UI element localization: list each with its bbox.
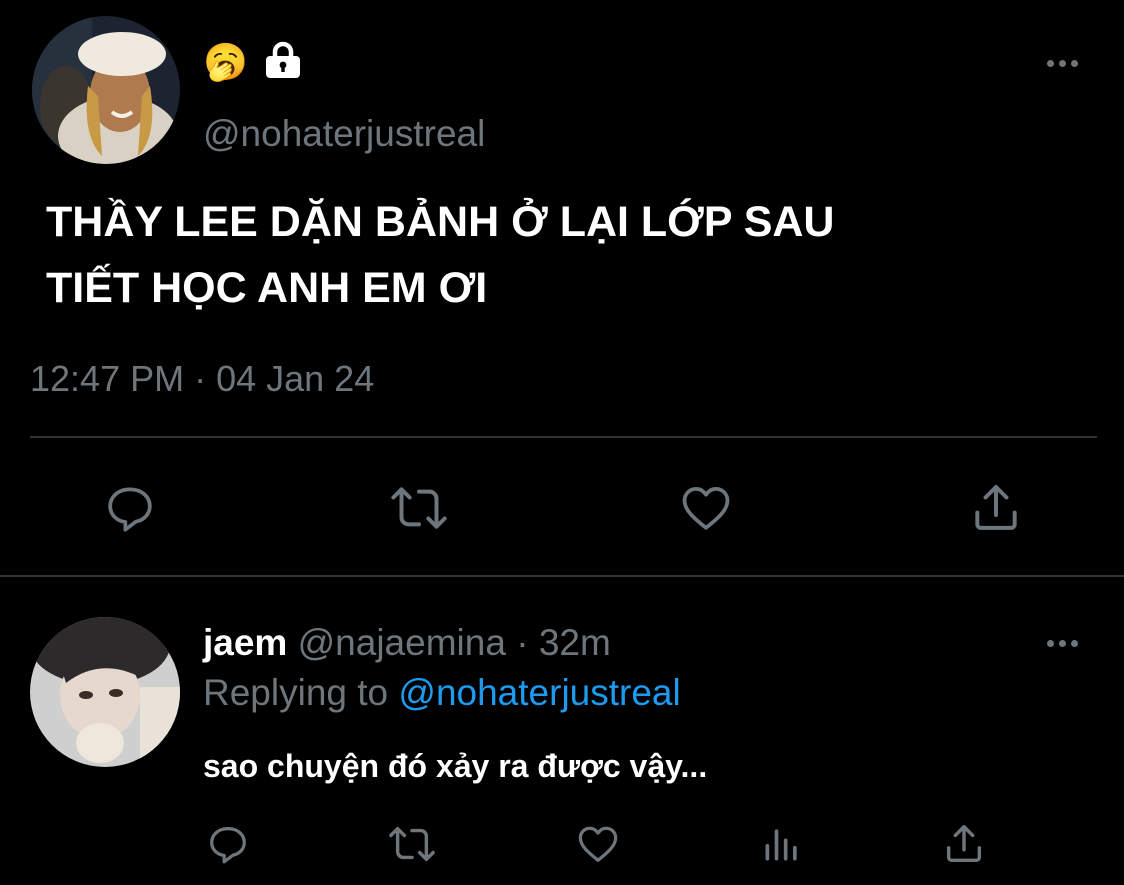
tweet-text-line-2: TIẾT HỌC ANH EM ƠI <box>46 264 488 312</box>
more-icon[interactable] <box>1047 60 1078 67</box>
replying-to-label: Replying to <box>203 672 389 713</box>
tweet-text-line-1: THẦY LEE DẶN BẢNH Ở LẠI LỚP SAU <box>46 198 835 246</box>
reply-icon[interactable] <box>204 820 252 868</box>
views-icon[interactable] <box>758 820 806 868</box>
section-divider <box>0 575 1124 577</box>
reply-author-avatar[interactable] <box>30 617 180 767</box>
replying-to-link[interactable]: @nohaterjustreal <box>398 672 680 713</box>
header-separator: · <box>516 622 529 663</box>
reply-author-handle[interactable]: @najaemina <box>298 622 506 663</box>
reply-author-name[interactable]: jaem <box>203 622 287 663</box>
more-icon[interactable] <box>1047 640 1078 647</box>
share-icon[interactable] <box>940 820 988 868</box>
reply-age[interactable]: 32m <box>539 622 611 663</box>
like-icon[interactable] <box>574 820 622 868</box>
reply-header: jaem @najaemina · 32m <box>203 620 611 666</box>
main-author-handle[interactable]: @nohaterjustreal <box>203 112 485 156</box>
author-emoji: 🥱 <box>203 41 248 82</box>
like-icon[interactable] <box>676 478 736 538</box>
share-icon[interactable] <box>966 478 1026 538</box>
lock-icon <box>264 40 302 80</box>
reply-icon[interactable] <box>100 478 160 538</box>
tweet-timestamp[interactable]: 12:47 PM · 04 Jan 24 <box>30 357 374 401</box>
main-author-avatar[interactable] <box>32 16 180 164</box>
retweet-icon[interactable] <box>387 478 451 538</box>
reply-text: sao chuyện đó xảy ra được vậy... <box>203 748 708 784</box>
replying-to-line: Replying to @nohaterjustreal <box>203 670 681 716</box>
retweet-icon[interactable] <box>385 820 439 868</box>
timestamp-divider <box>30 436 1097 438</box>
